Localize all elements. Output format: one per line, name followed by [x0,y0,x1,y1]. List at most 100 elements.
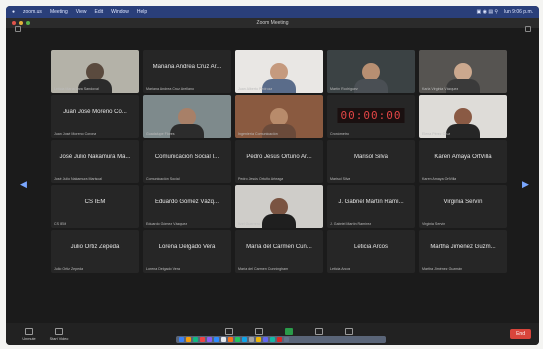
menu-item[interactable]: Help [137,9,147,15]
participant-tile[interactable]: 00:00:00 Cronómetro [327,95,415,138]
menu-item[interactable]: Meeting [50,9,68,15]
speaker-view-icon[interactable] [525,26,531,32]
dock-app-icon[interactable] [221,337,226,342]
participant-tile[interactable]: Marisol Silva Marisol Silva [327,140,415,183]
menu-item[interactable]: View [76,9,87,15]
close-icon[interactable] [12,21,16,25]
dock-app-icon[interactable] [263,337,268,342]
minimize-icon[interactable] [19,21,23,25]
microphone-icon [25,327,33,335]
dock-app-icon[interactable] [207,337,212,342]
participant-label: Juan Alberto Pedroza [238,87,273,91]
participant-tile[interactable]: Elena Pérez Cruz [419,95,507,138]
participant-tile[interactable]: Leticia María Lara Sandoval [51,50,139,93]
digital-clock-display: 00:00:00 [337,108,405,123]
apple-icon[interactable]: ● [12,9,15,15]
participant-tile[interactable]: Itzel Guerrero [235,185,323,228]
participant-tile[interactable]: Lorena Delgado Vera Lorena Delgado Vera [143,230,231,273]
participant-tile[interactable]: J. Gabriel Martín Ramí... J. Gabriel Mart… [327,185,415,228]
participant-tile[interactable]: Juan José Moreno Co... Juan José Moreno C… [51,95,139,138]
participant-tile[interactable]: Pedro Jesús Ortuño Ar... Pedro Jesús Ortu… [235,140,323,183]
participant-name: Pedro Jesús Ortuño Ar... [246,154,312,160]
participant-tile[interactable]: Eduardo Gómez Vázq... Eduardo Gómez Vázqu… [143,185,231,228]
participant-label: Cronómetro [330,132,349,136]
participant-label: Marisol Silva [330,177,351,181]
status-icons: ▣ ◉ ▤ ⚲ [476,9,499,15]
participant-label: Ingeniería Comunicación [238,132,278,136]
start-video-button[interactable]: Start Video [44,327,74,341]
dock-app-icon[interactable] [228,337,233,342]
participant-name: Martha Jiménez Guzm... [430,244,496,250]
participant-tile[interactable]: CS IEM CS IEM [51,185,139,228]
participant-name: Eduardo Gómez Vázq... [154,199,220,205]
participant-tile[interactable]: Julio Ortiz Zepeda Julio Ortiz Zepeda [51,230,139,273]
participant-grid: Leticia María Lara Sandoval Mariana Andre… [51,50,509,318]
dock-app-icon[interactable] [277,337,282,342]
chat-icon [255,327,263,335]
previous-page-arrow-icon[interactable]: ◀ [20,178,27,190]
participant-video-silhouette [262,198,296,228]
participant-label: Karla Virginia Vázquez [422,87,459,91]
participant-label: Juan José Moreno Corona [54,132,97,136]
next-page-arrow-icon[interactable]: ▶ [522,178,529,190]
mac-dock [176,336,386,343]
participant-video-silhouette [354,63,388,93]
participant-label: J. Gabriel Martín Ramírez [330,222,372,226]
dock-app-icon[interactable] [235,337,240,342]
participant-name: Comunicación Social I... [154,154,220,160]
dock-app-icon[interactable] [193,337,198,342]
unmute-button[interactable]: Unmute [14,327,44,341]
dock-app-icon[interactable] [270,337,275,342]
participant-name: Juan José Moreno Co... [63,109,127,115]
participant-label: Pedro Jesús Ortuño Arteaga [238,177,284,181]
participant-name: Mariana Andrea Cruz Ar... [152,64,222,70]
participant-label: Leticia María Lara Sandoval [54,87,99,91]
participant-label: Comunicación Social [146,177,180,181]
maximize-icon[interactable] [26,21,30,25]
dock-app-icon[interactable] [200,337,205,342]
dock-app-icon[interactable] [214,337,219,342]
menu-bar: ● zoom.us Meeting View Edit Window Help … [6,6,539,18]
participant-name: Virginia Servín [443,199,483,205]
security-icon[interactable] [15,26,21,32]
dock-app-icon[interactable] [242,337,247,342]
menu-item[interactable]: Window [111,9,129,15]
participant-tile[interactable]: Ingeniería Comunicación [235,95,323,138]
participant-tile[interactable]: Mariana Andrea Cruz Ar... Mariana Andrea … [143,50,231,93]
participant-tile[interactable]: Leticia Arcos Leticia Arcos [327,230,415,273]
participant-tile[interactable]: Karla Virginia Vázquez [419,50,507,93]
dock-app-icon[interactable] [256,337,261,342]
menu-item[interactable]: Edit [94,9,103,15]
participant-label: Mariana Andrea Cruz Arellano [146,87,194,91]
participant-label: Elena Pérez Cruz [422,132,451,136]
participant-label: Karen Amaya OrtVilla [422,177,457,181]
participant-tile[interactable]: Comunicación Social I... Comunicación Soc… [143,140,231,183]
participant-name: Lorena Delgado Vera [158,244,216,250]
participant-tile[interactable]: Martín Rodríguez [327,50,415,93]
window-titlebar: Zoom Meeting [6,18,539,28]
dock-app-icon[interactable] [186,337,191,342]
participant-label: Eduardo Gómez Vázquez [146,222,188,226]
dock-app-icon[interactable] [179,337,184,342]
dock-app-icon[interactable] [284,337,289,342]
menubar-clock: lun 9:06 p.m. [504,9,533,15]
zoom-screen: ● zoom.us Meeting View Edit Window Help … [6,6,539,345]
participant-label: Julio Ortiz Zepeda [54,267,84,271]
participant-tile[interactable]: Karen Amaya OrtVilla Karen Amaya OrtVilla [419,140,507,183]
participant-video-silhouette [170,108,204,138]
participant-label: Guadalupe Flores [146,132,175,136]
participant-label: Lorena Delgado Vera [146,267,180,271]
menu-item[interactable]: zoom.us [23,9,42,15]
record-icon [315,327,323,335]
dock-app-icon[interactable] [249,337,254,342]
participant-name: CS IEM [84,199,106,205]
participant-name: Julio Ortiz Zepeda [70,244,120,250]
participant-tile[interactable]: Martha Jiménez Guzm... Martha Jiménez Guz… [419,230,507,273]
participant-tile[interactable]: Juan Alberto Pedroza [235,50,323,93]
participant-tile[interactable]: Guadalupe Flores [143,95,231,138]
participant-video-silhouette [446,108,480,138]
end-meeting-button[interactable]: End [510,329,531,339]
participant-tile[interactable]: Virginia Servín Virginia Servín [419,185,507,228]
participant-tile[interactable]: María del Carmen Cun... María del Carmen … [235,230,323,273]
participant-tile[interactable]: José Julio Nakamura Ma... José Julio Naka… [51,140,139,183]
